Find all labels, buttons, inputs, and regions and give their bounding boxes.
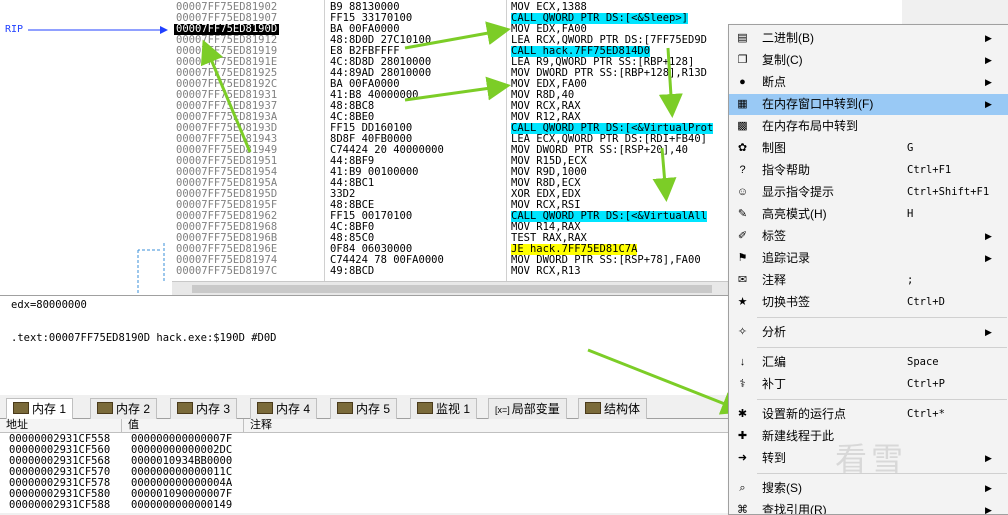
menu-separator [757, 399, 1007, 400]
menu-item-label: 指令帮助 [762, 163, 811, 177]
menu-item-shortcut: ; [907, 274, 914, 286]
menu-item-3[interactable]: ● 断点 ▶ [729, 72, 1008, 93]
menu-item-14[interactable]: ✧ 分析 ▶ [729, 322, 1008, 343]
hint-icon: ☺ [736, 186, 749, 198]
help-icon: ? [739, 164, 746, 176]
menu-item-15[interactable]: ↓ 汇编 Space [729, 352, 1008, 373]
menu-item-label: 标签 [762, 229, 787, 243]
submenu-arrow-icon: ▶ [985, 33, 992, 43]
menu-item-label: 搜索(S) [762, 481, 802, 495]
comment-icon: ✉ [737, 274, 748, 286]
label-icon: ✐ [737, 230, 748, 242]
analyze-icon: ✧ [737, 326, 748, 338]
menu-item-label: 追踪记录 [762, 251, 811, 265]
menu-item-12[interactable]: ✉ 注释; [729, 270, 1008, 291]
menu-item-10[interactable]: ✐ 标签 ▶ [729, 226, 1008, 247]
submenu-arrow-icon: ▶ [985, 77, 992, 87]
highlight-icon: ✎ [737, 208, 748, 220]
submenu-arrow-icon: ▶ [985, 327, 992, 337]
menu-item-17[interactable]: ✱ 设置新的运行点 Ctrl+* [729, 404, 1008, 425]
menu-item-label: 注释 [762, 273, 787, 287]
menu-item-label: 制图 [762, 141, 787, 155]
new-origin-icon: ✱ [737, 408, 748, 420]
menu-item-label: 在内存布局中转到 [762, 119, 859, 133]
copy-icon: ❐ [737, 54, 748, 66]
menu-item-label: 显示指令提示 [762, 185, 835, 199]
menu-item-label: 二进制(B) [762, 31, 814, 45]
menu-item-shortcut: Ctrl+P [907, 378, 945, 390]
references-icon: ⌘ [737, 504, 748, 515]
bookmark-icon: ★ [737, 296, 748, 308]
menu-item-shortcut: Ctrl+* [907, 408, 945, 420]
new-thread-icon: ✚ [737, 430, 748, 442]
patch-icon: ⚕ [739, 378, 746, 390]
menu-item-2[interactable]: ❐ 复制(C) ▶ [729, 50, 1008, 71]
menu-item-16[interactable]: ⚕ 补丁 Ctrl+P [729, 374, 1008, 395]
menu-item-shortcut: Ctrl+F1 [907, 164, 952, 176]
memory-map-icon: ▩ [737, 120, 748, 132]
breakpoint-icon: ● [739, 76, 746, 88]
menu-item-label: 补丁 [762, 377, 787, 391]
menu-item-label: 设置新的运行点 [762, 407, 847, 421]
trace-icon: ⚑ [737, 252, 748, 264]
binary-icon: ▤ [737, 32, 748, 44]
menu-item-1[interactable]: ▤ 二进制(B) ▶ [729, 28, 1008, 49]
menu-item-label: 转到 [762, 451, 787, 465]
menu-item-label: 分析 [762, 325, 787, 339]
menu-item-5[interactable]: ▩ 在内存布局中转到 [729, 116, 1008, 137]
menu-item-4[interactable]: ▦ 在内存窗口中转到(F) ▶ [729, 94, 1008, 115]
goto-icon: ➜ [737, 452, 748, 464]
submenu-arrow-icon: ▶ [985, 453, 992, 463]
memory-goto-icon: ▦ [737, 98, 748, 110]
menu-item-13[interactable]: ★ 切换书签 Ctrl+D [729, 292, 1008, 313]
submenu-arrow-icon: ▶ [985, 55, 992, 65]
search-icon: ⌕ [739, 482, 746, 494]
menu-item-8[interactable]: ☺ 显示指令提示 Ctrl+Shift+F1 [729, 182, 1008, 203]
submenu-arrow-icon: ▶ [985, 99, 992, 109]
menu-item-9[interactable]: ✎ 高亮模式(H) H [729, 204, 1008, 225]
menu-item-6[interactable]: ✿ 制图 G [729, 138, 1008, 159]
assemble-icon: ↓ [739, 356, 746, 368]
menu-item-shortcut: H [907, 208, 914, 220]
submenu-arrow-icon: ▶ [985, 253, 992, 263]
menu-item-label: 切换书签 [762, 295, 811, 309]
menu-item-shortcut: G [907, 142, 914, 154]
menu-item-shortcut: Ctrl+Shift+F1 [907, 186, 990, 198]
menu-item-label: 在内存窗口中转到(F) [762, 97, 874, 111]
submenu-arrow-icon: ▶ [985, 231, 992, 241]
menu-item-label: 复制(C) [762, 53, 803, 67]
menu-item-label: 断点 [762, 75, 787, 89]
menu-item-7[interactable]: ? 指令帮助 Ctrl+F1 [729, 160, 1008, 181]
menu-item-11[interactable]: ⚑ 追踪记录 ▶ [729, 248, 1008, 269]
menu-item-label: 高亮模式(H) [762, 207, 827, 221]
menu-item-20[interactable]: ⌕ 搜索(S) ▶ [729, 478, 1008, 499]
watermark: 看雪 [835, 440, 908, 478]
menu-item-shortcut: Ctrl+D [907, 296, 945, 308]
menu-separator [757, 317, 1007, 318]
menu-item-label: 汇编 [762, 355, 787, 369]
menu-item-shortcut: Space [907, 356, 939, 368]
submenu-arrow-icon: ▶ [985, 483, 992, 493]
graph-icon: ✿ [737, 142, 748, 154]
menu-item-label: 新建线程于此 [762, 429, 835, 443]
menu-separator [757, 347, 1007, 348]
